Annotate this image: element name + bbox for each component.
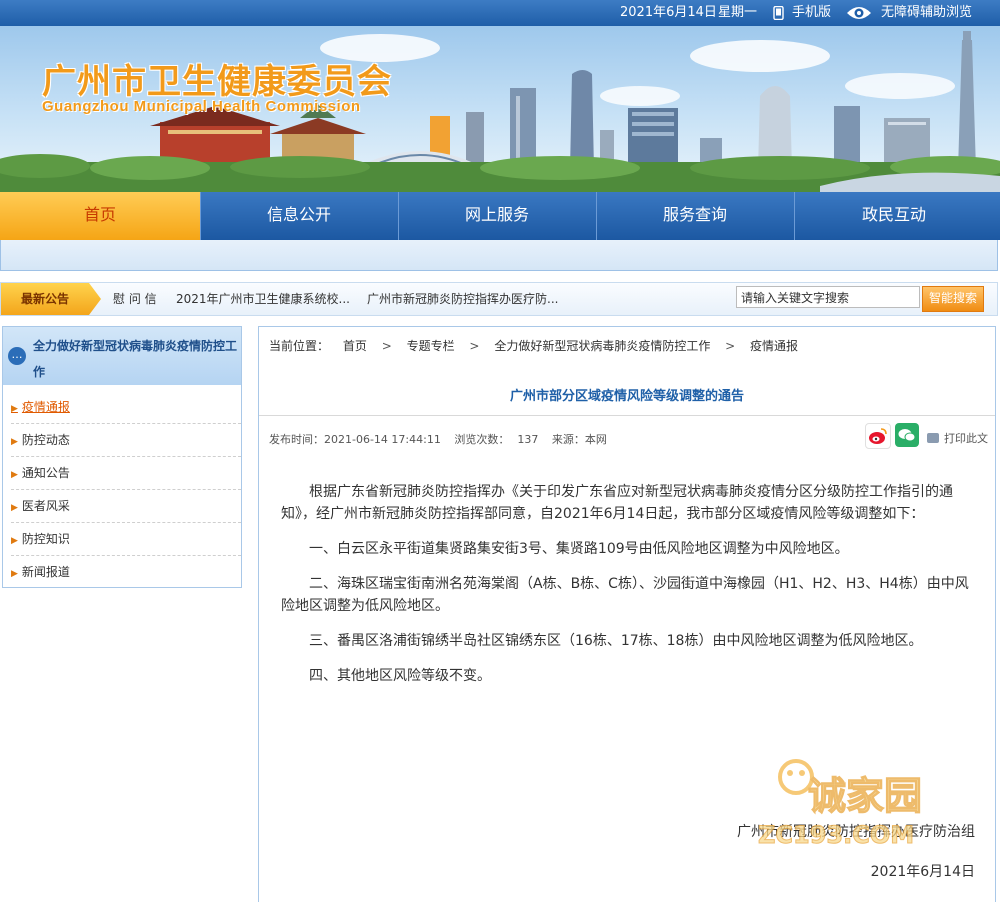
article-title: 广州市部分区域疫情风险等级调整的通告	[509, 389, 744, 404]
title-divider	[259, 415, 995, 416]
print-label: 打印此文	[944, 432, 988, 445]
article-paragraph: 三、番禺区洛浦街锦绣半岛社区锦绣东区（16栋、17栋、18栋）由中风险地区调整为…	[309, 633, 923, 649]
publish-label: 发布时间：	[269, 433, 324, 446]
arrow-icon: ▶	[11, 569, 18, 579]
wechat-share-icon[interactable]	[895, 423, 919, 447]
sidebar-item-medics[interactable]: ▶ 医者风采	[11, 490, 241, 523]
breadcrumb-label: 当前位置：	[269, 339, 330, 353]
sidebar-item-label: 防控知识	[21, 532, 70, 546]
article-panel: 当前位置： 首页 > 专题专栏 > 全力做好新型冠状病毒肺炎疫情防控工作 > 疫…	[258, 326, 996, 902]
sidebar-item-label: 医者风采	[21, 499, 70, 513]
nav-item-home[interactable]: 首页	[0, 192, 201, 240]
breadcrumb-home[interactable]: 首页	[343, 339, 367, 353]
notice-tag: 最新公告	[1, 283, 101, 315]
eye-icon	[846, 0, 872, 26]
breadcrumb-epidemic-report[interactable]: 疫情通报	[750, 339, 798, 353]
sidebar-item-prevention-knowledge[interactable]: ▶ 防控知识	[11, 523, 241, 556]
printer-icon	[927, 433, 939, 443]
speech-bubble-icon: …	[8, 347, 26, 365]
nav-item-info-disclosure[interactable]: 信息公开	[200, 192, 399, 240]
arrow-icon: ▶	[11, 503, 18, 513]
sub-nav-strip	[0, 240, 998, 271]
main-nav: 首页 信息公开 网上服务 服务查询 政民互动	[0, 192, 1000, 240]
current-date: 2021年6月14日	[620, 5, 717, 20]
sidebar-item-prevention-news[interactable]: ▶ 防控动态	[11, 424, 241, 457]
breadcrumb-special-column[interactable]: 专题专栏	[407, 339, 455, 353]
nav-item-interaction[interactable]: 政民互动	[794, 192, 994, 240]
current-weekday: 星期一	[718, 5, 758, 20]
arrow-icon: ▶	[11, 404, 18, 414]
print-button[interactable]: 打印此文	[927, 430, 988, 446]
breadcrumb-separator: >	[469, 339, 480, 353]
notice-item[interactable]: 慰 问 信	[113, 283, 157, 315]
sidebar-item-news-reports[interactable]: ▶ 新闻报道	[11, 556, 241, 588]
sidebar-item-label: 通知公告	[21, 466, 70, 480]
article-date: 2021年6月14日	[870, 864, 975, 880]
site-logo-cn[interactable]: 广州市卫生健康委员会	[42, 54, 392, 103]
article-paragraph: 二、海珠区瑞宝街南洲名苑海棠阁（A栋、B栋、C栋）、沙园街道中海橡园（H1、H2…	[281, 576, 969, 614]
site-logo-en: Guangzhou Municipal Health Commission	[42, 98, 361, 115]
breadcrumb-covid-topic[interactable]: 全力做好新型冠状病毒肺炎疫情防控工作	[494, 339, 710, 353]
header-banner: 广州市卫生健康委员会 Guangzhou Municipal Health Co…	[0, 26, 1000, 192]
breadcrumb-separator: >	[725, 339, 736, 353]
mobile-icon	[773, 0, 785, 26]
sidebar-item-label: 疫情通报	[21, 400, 70, 414]
accessibility-link[interactable]: 无障碍辅助浏览	[881, 0, 972, 26]
article-paragraph: 一、白云区永平街道集贤路集安街3号、集贤路109号由低风险地区调整为中风险地区。	[309, 541, 849, 557]
sidebar-item-notices[interactable]: ▶ 通知公告	[11, 457, 241, 490]
publish-time: 2021-06-14 17:44:11	[324, 433, 441, 446]
arrow-icon: ▶	[11, 536, 18, 546]
article-paragraph: 四、其他地区风险等级不变。	[309, 668, 491, 684]
sidebar-item-label: 防控动态	[21, 433, 70, 447]
view-count: 137	[517, 433, 539, 446]
search-button[interactable]: 智能搜索	[922, 286, 984, 312]
article-meta: 发布时间：2021-06-14 17:44:11 浏览次数： 137 来源：本网	[269, 431, 617, 447]
source-label: 来源：本网	[551, 433, 607, 446]
sidebar-item-label: 新闻报道	[21, 565, 70, 579]
search-input[interactable]	[736, 286, 920, 308]
breadcrumb: 当前位置： 首页 > 专题专栏 > 全力做好新型冠状病毒肺炎疫情防控工作 > 疫…	[269, 337, 798, 354]
nav-item-service-query[interactable]: 服务查询	[596, 192, 795, 240]
views-label: 浏览次数：	[454, 433, 510, 446]
weibo-share-icon[interactable]	[865, 423, 891, 449]
sidebar: … 全力做好新型冠状病毒肺炎疫情防控工作 ▶ 疫情通报 ▶ 防控动态 ▶ 通知公告 ▶…	[2, 326, 242, 588]
mobile-version-link[interactable]: 手机版	[792, 0, 831, 26]
article-signature: 广州市新冠肺炎防控指挥办医疗防治组	[737, 824, 975, 840]
breadcrumb-separator: >	[381, 339, 392, 353]
article-paragraph: 根据广东省新冠肺炎防控指挥办《关于印发广东省应对新型冠状病毒肺炎疫情分区分级防控…	[281, 484, 953, 522]
sidebar-header: … 全力做好新型冠状病毒肺炎疫情防控工作	[3, 327, 241, 385]
arrow-icon: ▶	[11, 470, 18, 480]
arrow-icon: ▶	[11, 437, 18, 447]
top-utility-bar: 2021年6月14日 星期一 手机版 无障碍辅助浏览	[0, 0, 1000, 26]
sidebar-title: 全力做好新型冠状病毒肺炎疫情防控工作	[33, 339, 238, 379]
article-body: 根据广东省新冠肺炎防控指挥办《关于印发广东省应对新型冠状病毒肺炎疫情分区分级防控…	[281, 481, 981, 700]
notice-item[interactable]: 广州市新冠肺炎防控指挥办医疗防...	[367, 283, 558, 315]
sidebar-item-epidemic-report[interactable]: ▶ 疫情通报	[11, 391, 241, 424]
nav-item-online-service[interactable]: 网上服务	[398, 192, 597, 240]
notice-item[interactable]: 2021年广州市卫生健康系统校...	[176, 283, 350, 315]
